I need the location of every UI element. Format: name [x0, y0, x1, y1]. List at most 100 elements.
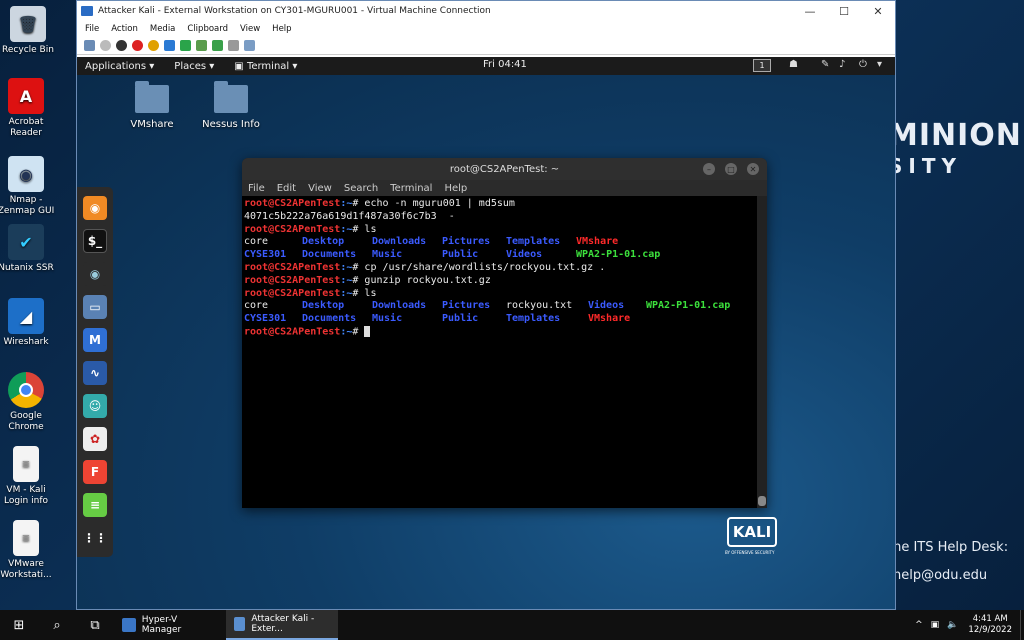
terminal-line: root@CS2APenTest:~# ls [244, 287, 377, 299]
terminal-menu-search[interactable]: Search [344, 183, 378, 194]
chevron-up-icon[interactable]: ^ [915, 620, 923, 630]
search-button[interactable]: ⌕ [38, 610, 76, 640]
vm-toolbar [77, 37, 895, 55]
menu-file[interactable]: File [85, 24, 99, 34]
terminal-menu-help[interactable]: Help [444, 183, 467, 194]
taskbar-clock[interactable]: 4:41 AM 12/9/2022 [968, 614, 1012, 636]
menu-view[interactable]: View [240, 24, 260, 34]
task-view-icon: ⧉ [90, 617, 100, 633]
workspace-indicator[interactable]: 1 [753, 59, 771, 72]
acrobat-icon: A [8, 78, 44, 114]
terminal-menu-terminal[interactable]: Terminal [390, 183, 432, 194]
volume-icon[interactable]: ♪ [839, 59, 845, 70]
terminal-app-menu[interactable]: ▣ Terminal ▾ [234, 61, 297, 72]
text-file-icon: ≡ [13, 520, 39, 556]
chrome-icon [8, 372, 44, 408]
hyperv-icon [122, 618, 136, 632]
resume-icon[interactable] [179, 40, 191, 51]
terminal-menu-view[interactable]: View [308, 183, 332, 194]
kali-logo: KALI [727, 517, 777, 547]
menu-action[interactable]: Action [111, 24, 138, 34]
menu-media[interactable]: Media [150, 24, 176, 34]
taskbar-item-hyperv[interactable]: Hyper-V Manager [114, 610, 226, 640]
folder-icon [214, 81, 248, 113]
vm-connection-icon [234, 617, 246, 631]
desktop-icon-chrome[interactable]: Google Chrome [0, 372, 56, 433]
terminal-line: CYSE301 Documents Music Public Templates VMsh… [244, 313, 631, 325]
applications-menu[interactable]: Applications ▾ [85, 61, 154, 72]
terminal-window[interactable]: root@CS2APenTest: ~ – □ ✕ File Edit View… [242, 158, 767, 508]
volume-icon[interactable]: 🔈 [947, 620, 958, 630]
search-icon: ⌕ [53, 617, 61, 633]
eye-icon: ◉ [8, 156, 44, 192]
metasploit-icon[interactable]: M [83, 327, 107, 352]
folder-icon[interactable]: ▭ [83, 294, 107, 319]
maltego-icon[interactable]: ✿ [83, 426, 107, 451]
desktop-icon-recycle-bin[interactable]: 🗑 Recycle Bin [0, 6, 58, 56]
revert-icon[interactable] [211, 40, 223, 51]
terminal-maximize-button[interactable]: □ [725, 163, 737, 175]
shark-fin-icon: ◢ [8, 298, 44, 334]
faraday-icon[interactable]: F [83, 459, 107, 484]
maximize-button[interactable]: ☐ [827, 1, 861, 21]
taskbar-item-kali-vm[interactable]: Attacker Kali - Exter... [226, 610, 338, 640]
cursor [364, 325, 371, 337]
terminal-titlebar[interactable]: root@CS2APenTest: ~ – □ ✕ [242, 158, 767, 180]
shutdown-icon[interactable] [131, 40, 143, 51]
places-menu[interactable]: Places ▾ [174, 61, 214, 72]
checkpoint-icon[interactable] [195, 40, 207, 51]
desktop-icon-kali-login[interactable]: ≡ VM - Kali Login info [0, 446, 56, 507]
terminal-close-button[interactable]: ✕ [747, 163, 759, 175]
terminal-line: core Desktop Downloads Pictures Templates VMs… [244, 236, 619, 248]
hyperv-icon [81, 6, 93, 16]
wireshark-icon[interactable]: ∿ [83, 360, 107, 385]
pen-icon[interactable]: ✎ [821, 59, 829, 70]
terminal-line: root@CS2APenTest:~# ls [244, 223, 377, 235]
terminal-icon[interactable]: $_ [83, 228, 107, 253]
eye-icon[interactable]: ◉ [83, 261, 107, 286]
menu-help[interactable]: Help [272, 24, 291, 34]
terminal-minimize-button[interactable]: – [703, 163, 715, 175]
text-file-icon: ≡ [13, 446, 39, 482]
menu-clipboard[interactable]: Clipboard [187, 24, 228, 34]
scroll-thumb[interactable] [758, 496, 766, 506]
terminal-line: root@CS2APenTest:~# gunzip rockyou.txt.g… [244, 274, 491, 286]
share-icon[interactable] [243, 40, 255, 51]
ctrl-alt-del-icon[interactable] [83, 40, 95, 51]
notes-icon[interactable]: ≡ [83, 492, 107, 517]
show-apps-icon[interactable]: ⋮⋮ [83, 526, 107, 550]
close-button[interactable]: ✕ [861, 1, 895, 21]
turn-off-icon[interactable] [115, 40, 127, 51]
vm-titlebar[interactable]: Attacker Kali - External Workstation on … [77, 1, 895, 21]
kali-desktop-icon-vmshare[interactable]: VMshare [112, 81, 192, 130]
system-tray: ^ ▣ 🔈 4:41 AM 12/9/2022 [911, 610, 1024, 640]
people-icon[interactable]: ☗ [789, 59, 798, 70]
kali-clock[interactable]: Fri 04:41 [483, 59, 527, 70]
pause-icon[interactable] [163, 40, 175, 51]
terminal-scrollbar[interactable] [757, 196, 767, 508]
kali-desktop-icon-nessus[interactable]: Nessus Info [191, 81, 271, 130]
network-icon[interactable]: ▣ [931, 620, 940, 630]
vm-window-title: Attacker Kali - External Workstation on … [98, 6, 491, 16]
task-view-button[interactable]: ⧉ [76, 610, 114, 640]
terminal-menu-edit[interactable]: Edit [277, 183, 296, 194]
desktop-icon-nutanix[interactable]: ✔ Nutanix SSR [0, 224, 56, 274]
desktop-icon-wireshark[interactable]: ◢ Wireshark [0, 298, 56, 348]
minimize-button[interactable]: — [793, 1, 827, 21]
kali-guest-screen[interactable]: Applications ▾ Places ▾ ▣ Terminal ▾ Fri… [77, 57, 895, 609]
start-icon[interactable] [99, 40, 111, 51]
desktop-icon-vmware[interactable]: ≡ VMware Workstati... [0, 520, 56, 581]
power-icon[interactable] [147, 40, 159, 51]
armitage-icon[interactable]: ☺ [83, 393, 107, 418]
start-button[interactable]: ⊞ [0, 610, 38, 640]
desktop-icon-acrobat[interactable]: A Acrobat Reader [0, 78, 56, 139]
firefox-icon[interactable]: ◉ [83, 195, 107, 220]
show-desktop-button[interactable] [1020, 610, 1024, 640]
terminal-menu-file[interactable]: File [248, 183, 265, 194]
vm-connection-window: Attacker Kali - External Workstation on … [76, 0, 896, 610]
power-menu-icon[interactable]: ⏻ [859, 59, 867, 70]
desktop-icon-nmap[interactable]: ◉ Nmap - Zenmap GUI [0, 156, 56, 217]
enhanced-session-icon[interactable] [227, 40, 239, 51]
terminal-output[interactable]: root@CS2APenTest:~# echo -n mguru001 | m… [242, 196, 757, 508]
chevron-down-icon[interactable]: ▾ [877, 59, 882, 70]
